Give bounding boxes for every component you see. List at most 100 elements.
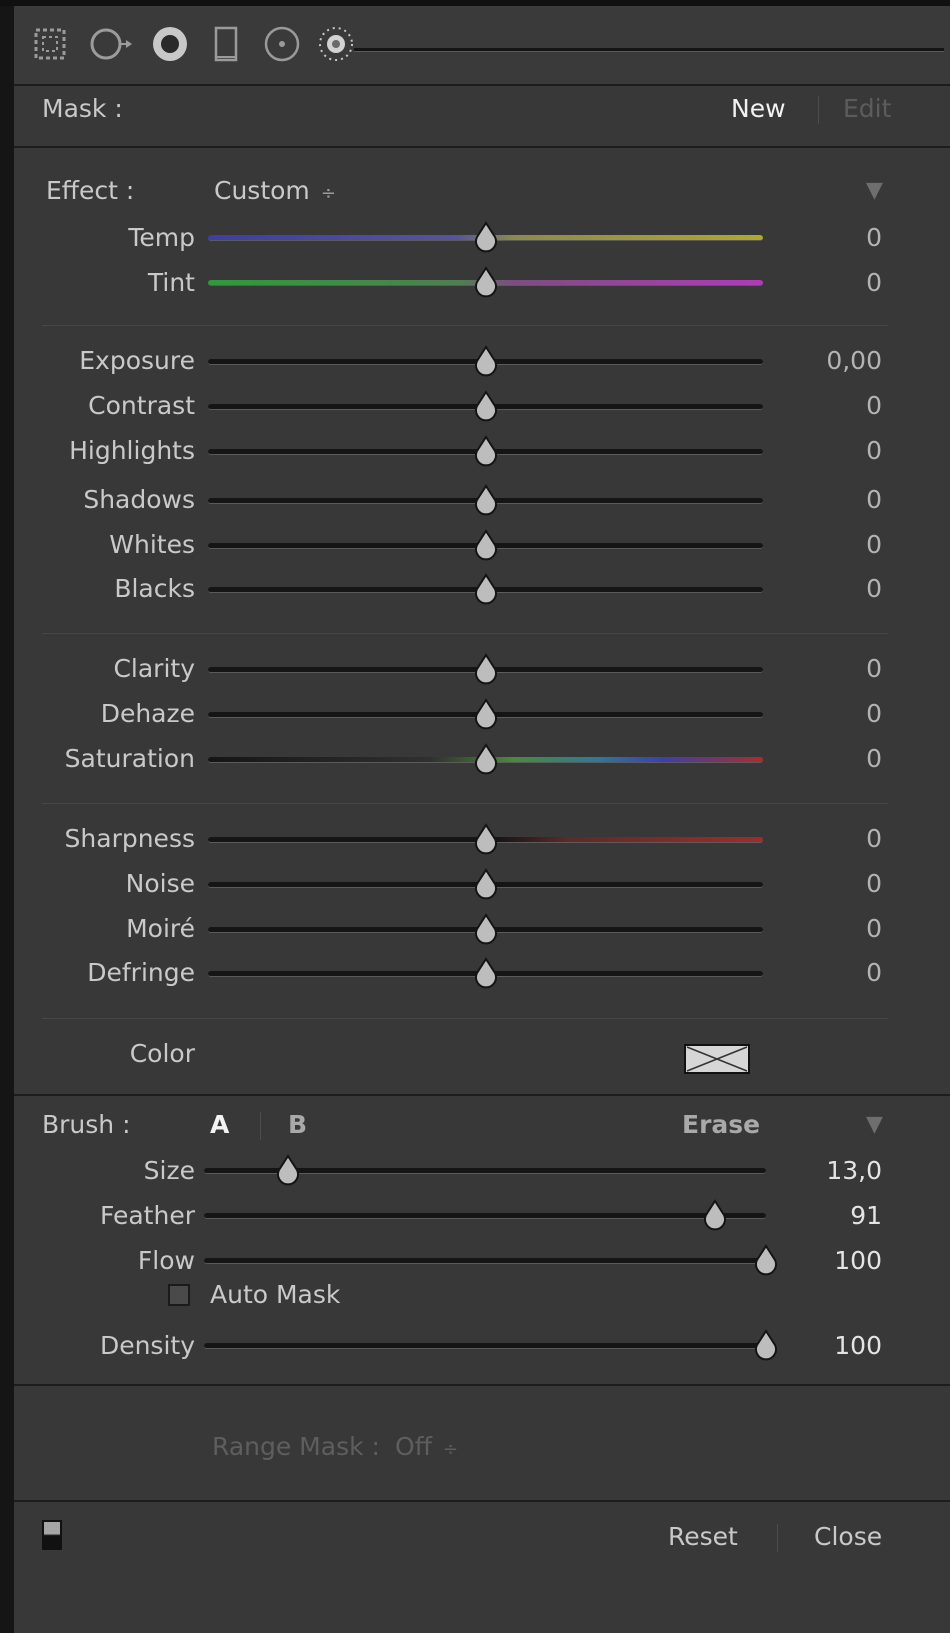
effect-collapse-icon[interactable]: ▼ bbox=[866, 176, 883, 206]
brush-erase-tab[interactable]: Erase bbox=[682, 1110, 760, 1140]
shadows-value[interactable]: 0 bbox=[866, 485, 882, 515]
temp-slider-thumb[interactable] bbox=[473, 221, 499, 253]
flow-slider-track[interactable] bbox=[204, 1258, 766, 1264]
clarity-slider-thumb[interactable] bbox=[473, 653, 499, 685]
adjustment-brush-icon[interactable] bbox=[316, 20, 364, 68]
range-mask-dropdown[interactable]: Range Mask : Off ÷ bbox=[212, 1432, 458, 1462]
size-slider-thumb[interactable] bbox=[275, 1154, 301, 1186]
defringe-value[interactable]: 0 bbox=[866, 958, 882, 988]
spot-removal-icon[interactable] bbox=[88, 24, 132, 64]
blacks-value[interactable]: 0 bbox=[866, 574, 882, 604]
dropdown-arrow-icon: ÷ bbox=[443, 1439, 459, 1460]
whites-value[interactable]: 0 bbox=[866, 530, 882, 560]
highlights-value[interactable]: 0 bbox=[866, 436, 882, 466]
sharpness-slider-thumb[interactable] bbox=[473, 823, 499, 855]
defringe-label: Defringe bbox=[87, 958, 195, 987]
range-mask-value: Off bbox=[395, 1432, 432, 1461]
whites-label: Whites bbox=[109, 530, 195, 559]
exposure-value[interactable]: 0,00 bbox=[826, 346, 882, 376]
clarity-value[interactable]: 0 bbox=[866, 654, 882, 684]
section-divider bbox=[42, 803, 888, 804]
reset-button[interactable]: Reset bbox=[668, 1522, 738, 1552]
defringe-slider-thumb[interactable] bbox=[473, 957, 499, 989]
mask-mode-separator bbox=[818, 96, 819, 124]
sharpness-value[interactable]: 0 bbox=[866, 824, 882, 854]
exposure-slider-thumb[interactable] bbox=[473, 345, 499, 377]
flow-slider-thumb[interactable] bbox=[753, 1244, 779, 1276]
brush-size-strip[interactable] bbox=[354, 48, 944, 52]
exposure-label: Exposure bbox=[79, 346, 195, 375]
contrast-slider-thumb[interactable] bbox=[473, 390, 499, 422]
dropdown-arrow-icon: ÷ bbox=[320, 183, 336, 204]
radial-filter-icon[interactable] bbox=[262, 24, 302, 64]
size-value[interactable]: 13,0 bbox=[826, 1156, 882, 1186]
mask-new-button[interactable]: New bbox=[731, 94, 786, 124]
brush-tab-separator bbox=[260, 1112, 261, 1140]
color-label: Color bbox=[129, 1039, 195, 1068]
clarity-label: Clarity bbox=[113, 654, 195, 683]
divider bbox=[14, 1094, 950, 1096]
dehaze-slider-thumb[interactable] bbox=[473, 698, 499, 730]
tool-strip bbox=[14, 6, 950, 84]
crop-overlay-icon[interactable] bbox=[32, 26, 68, 62]
mask-overlay-toggle-icon[interactable] bbox=[42, 1520, 62, 1550]
feather-slider-thumb[interactable] bbox=[702, 1199, 728, 1231]
section-divider bbox=[42, 1018, 888, 1019]
dehaze-label: Dehaze bbox=[100, 699, 195, 728]
noise-value[interactable]: 0 bbox=[866, 869, 882, 899]
density-label: Density bbox=[99, 1331, 195, 1360]
flow-value[interactable]: 100 bbox=[834, 1246, 882, 1276]
dehaze-value[interactable]: 0 bbox=[866, 699, 882, 729]
graduated-filter-icon[interactable] bbox=[212, 24, 242, 64]
brush-b-tab[interactable]: B bbox=[288, 1110, 307, 1140]
brush-label: Brush : bbox=[42, 1110, 131, 1139]
divider bbox=[14, 84, 950, 86]
section-divider bbox=[42, 633, 888, 634]
temp-value[interactable]: 0 bbox=[866, 223, 882, 253]
density-value[interactable]: 100 bbox=[834, 1331, 882, 1361]
shadows-label: Shadows bbox=[83, 485, 195, 514]
divider bbox=[14, 1500, 950, 1502]
range-mask-label: Range Mask : bbox=[212, 1432, 380, 1461]
noise-label: Noise bbox=[125, 869, 195, 898]
divider bbox=[14, 146, 950, 148]
saturation-slider-thumb[interactable] bbox=[473, 743, 499, 775]
feather-slider-track[interactable] bbox=[204, 1213, 766, 1219]
highlights-label: Highlights bbox=[69, 436, 195, 465]
tint-label: Tint bbox=[147, 268, 195, 297]
feather-label: Feather bbox=[99, 1201, 195, 1230]
saturation-value[interactable]: 0 bbox=[866, 744, 882, 774]
moire-label: Moiré bbox=[126, 914, 195, 943]
density-slider-thumb[interactable] bbox=[753, 1329, 779, 1361]
tint-slider-thumb[interactable] bbox=[473, 266, 499, 298]
moire-slider-thumb[interactable] bbox=[473, 913, 499, 945]
effect-preset-dropdown[interactable]: Custom ÷ bbox=[214, 176, 336, 206]
temp-label: Temp bbox=[128, 223, 195, 252]
shadows-slider-thumb[interactable] bbox=[473, 484, 499, 516]
blacks-label: Blacks bbox=[114, 574, 195, 603]
blacks-slider-thumb[interactable] bbox=[473, 573, 499, 605]
mask-edit-button[interactable]: Edit bbox=[843, 94, 891, 124]
auto-mask-checkbox[interactable] bbox=[168, 1284, 190, 1306]
feather-value[interactable]: 91 bbox=[850, 1201, 882, 1231]
moire-value[interactable]: 0 bbox=[866, 914, 882, 944]
tint-value[interactable]: 0 bbox=[866, 268, 882, 298]
highlights-slider-thumb[interactable] bbox=[473, 435, 499, 467]
auto-mask-label[interactable]: Auto Mask bbox=[210, 1280, 340, 1310]
divider bbox=[14, 1384, 950, 1386]
red-eye-icon[interactable] bbox=[150, 24, 190, 64]
close-button[interactable]: Close bbox=[814, 1522, 882, 1552]
noise-slider-thumb[interactable] bbox=[473, 868, 499, 900]
panel-left-edge bbox=[0, 0, 14, 1633]
effect-preset-value: Custom bbox=[214, 176, 310, 205]
density-slider-track[interactable] bbox=[204, 1343, 766, 1349]
contrast-label: Contrast bbox=[88, 391, 195, 420]
whites-slider-thumb[interactable] bbox=[473, 529, 499, 561]
size-label: Size bbox=[143, 1156, 195, 1185]
section-divider bbox=[42, 325, 888, 326]
mask-label: Mask : bbox=[42, 94, 123, 123]
color-swatch-none[interactable] bbox=[684, 1044, 750, 1074]
brush-collapse-icon[interactable]: ▼ bbox=[866, 1110, 883, 1140]
brush-a-tab[interactable]: A bbox=[210, 1110, 229, 1140]
contrast-value[interactable]: 0 bbox=[866, 391, 882, 421]
